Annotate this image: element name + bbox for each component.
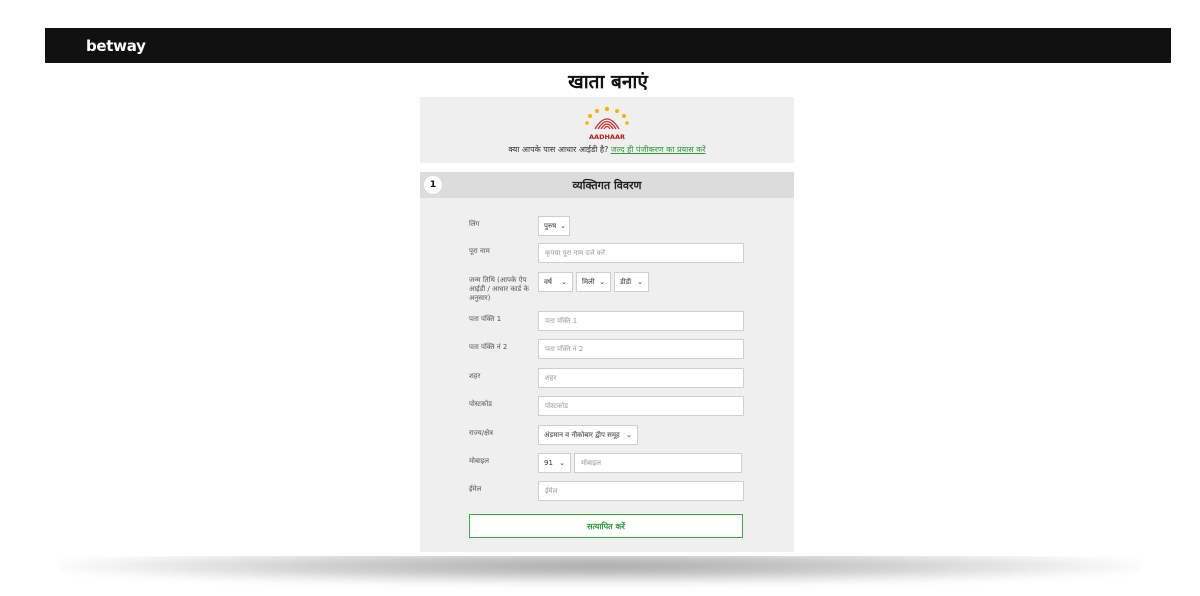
dob-day-value: डीडी xyxy=(620,277,632,286)
dob-row: जन्म तिथि (आपके ऐप आईडी / आधार कार्ड के … xyxy=(469,272,649,303)
full-name-input[interactable] xyxy=(538,243,744,263)
aadhaar-question: क्या आपके पास आधार आईडी है? xyxy=(508,145,609,154)
email-row: ईमेल xyxy=(469,481,744,501)
chevron-down-icon: ⌄ xyxy=(599,278,605,286)
dob-month-select[interactable]: मिली ⌄ xyxy=(576,272,611,292)
gender-value: पुरुष xyxy=(544,221,557,230)
mobile-row: मोबाइल 91 ⌄ xyxy=(469,453,742,473)
address2-input[interactable] xyxy=(538,339,744,359)
aadhaar-panel: AADHAAR क्या आपके पास आधार आईडी है? जल्द… xyxy=(420,97,794,163)
address2-row: पता पंक्ति नं 2 xyxy=(469,339,744,359)
address2-label: पता पंक्ति नं 2 xyxy=(469,343,508,351)
aadhaar-prompt: क्या आपके पास आधार आईडी है? जल्द ही पंजी… xyxy=(420,144,794,155)
gender-label: लिंग xyxy=(469,220,480,228)
chevron-down-icon: ⌄ xyxy=(559,459,565,467)
aadhaar-logo-icon: AADHAAR xyxy=(585,106,629,141)
gender-select[interactable]: पुरुष ⌄ xyxy=(538,216,570,236)
mobile-label: मोबाइल xyxy=(469,457,489,465)
address1-input[interactable] xyxy=(538,311,744,331)
postcode-row: पोस्टकोड xyxy=(469,396,744,416)
section-title: व्यक्तिगत विवरण xyxy=(572,178,642,192)
state-label: राज्य/क्षेत्र xyxy=(469,429,493,437)
dob-year-value: वर्ष xyxy=(544,277,552,286)
postcode-label: पोस्टकोड xyxy=(469,400,492,408)
city-label: शहर xyxy=(469,372,481,380)
email-input[interactable] xyxy=(538,481,744,501)
state-row: राज्य/क्षेत्र अंडमान व नीकोबार द्वीप समू… xyxy=(469,425,638,445)
state-value: अंडमान व नीकोबार द्वीप समूह xyxy=(544,430,620,439)
country-code-select[interactable]: 91 ⌄ xyxy=(538,453,571,473)
gender-row: लिंग पुरुष ⌄ xyxy=(469,216,570,236)
chevron-down-icon: ⌄ xyxy=(560,222,567,230)
verify-button[interactable]: सत्यापित करें xyxy=(469,514,743,538)
state-select[interactable]: अंडमान व नीकोबार द्वीप समूह ⌄ xyxy=(538,425,638,445)
full-name-row: पूरा नाम xyxy=(469,243,744,263)
browser-frame: betway खाता बनाएं AADHAAR क्या आपके पास … xyxy=(45,28,1171,556)
aadhaar-register-link[interactable]: जल्द ही पंजीकरण का प्रयास करें xyxy=(611,145,706,154)
city-row: शहर xyxy=(469,368,744,388)
aadhaar-logo-text: AADHAAR xyxy=(589,133,625,141)
dob-month-value: मिली xyxy=(582,277,595,286)
city-input[interactable] xyxy=(538,368,744,388)
step-number: 1 xyxy=(424,176,442,194)
dob-year-select[interactable]: वर्ष ⌄ xyxy=(538,272,573,292)
address1-label: पता पंक्ति 1 xyxy=(469,315,502,323)
dob-day-select[interactable]: डीडी ⌄ xyxy=(614,272,649,292)
postcode-input[interactable] xyxy=(538,396,744,416)
page-title: खाता बनाएं xyxy=(568,71,648,93)
mobile-input[interactable] xyxy=(574,453,742,473)
email-label: ईमेल xyxy=(469,485,482,493)
full-name-label: पूरा नाम xyxy=(469,247,490,255)
personal-details-section: 1 व्यक्तिगत विवरण लिंग पुरुष ⌄ पूरा नाम … xyxy=(420,172,794,552)
chevron-down-icon: ⌄ xyxy=(626,431,632,439)
address1-row: पता पंक्ति 1 xyxy=(469,311,744,331)
dob-label: जन्म तिथि (आपके ऐप आईडी / आधार कार्ड के … xyxy=(469,276,529,302)
betway-logo[interactable]: betway xyxy=(86,37,146,55)
section-header: 1 व्यक्तिगत विवरण xyxy=(420,172,794,198)
top-navbar: betway xyxy=(45,28,1171,63)
chevron-down-icon: ⌄ xyxy=(561,278,567,286)
country-code-value: 91 xyxy=(544,459,553,467)
chevron-down-icon: ⌄ xyxy=(637,278,643,286)
